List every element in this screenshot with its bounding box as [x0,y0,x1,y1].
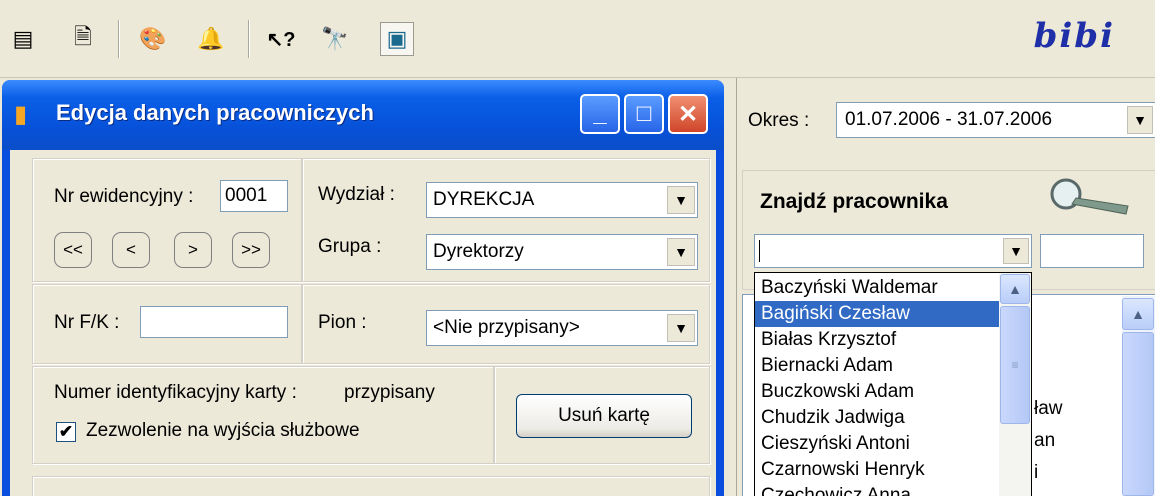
list-text-fragment: ław [1034,398,1063,419]
magnifier-icon [1050,178,1129,215]
pion-label: Pion : [318,312,367,333]
dropdown-item[interactable]: Buczkowski Adam [755,379,999,405]
scroll-up-icon[interactable]: ▲ [1000,274,1030,304]
remove-card-button[interactable]: Usuń kartę [516,394,692,438]
dropdown-item[interactable]: Biernacki Adam [755,353,999,379]
list-report-icon[interactable]: ▤ [6,22,40,56]
chevron-down-icon[interactable]: ▼ [1003,238,1029,264]
text-caret [759,240,760,262]
scroll-thumb[interactable]: ≡ [1000,306,1030,424]
okres-value: 01.07.2006 - 31.07.2006 [845,109,1053,130]
binoculars-icon[interactable]: 🔭 [318,22,352,56]
find-secondary-input[interactable] [1040,234,1144,268]
edit-employee-dialog: ▮ Edycja danych pracowniczych _ □ ✕ Nr e… [2,80,724,496]
close-button[interactable]: ✕ [668,94,708,134]
brand-logo: bibi [1033,16,1115,56]
find-employee-title: Znajdź pracownika [760,190,948,213]
dropdown-scrollbar[interactable]: ▲ ≡ [999,273,1031,496]
dialog-titlebar[interactable]: ▮ Edycja danych pracowniczych _ □ ✕ [2,80,724,150]
book-icon: ▮ [14,101,28,128]
main-toolbar: ▤ 🗎 🎨 🔔 ↖? 🔭 ▣ bibi [0,0,1155,78]
last-record-button[interactable]: >> [232,232,270,268]
pane-divider [736,78,737,496]
zezwolenie-checkbox[interactable]: ✔ [56,422,76,442]
nr-fk-label: Nr F/K : [54,312,120,333]
dropdown-item[interactable]: Białas Krzysztof [755,327,999,353]
wydzial-select[interactable]: DYREKCJA ▼ [426,182,698,218]
okres-label: Okres : [748,110,810,131]
card-id-status: przypisany [344,382,435,403]
dropdown-item[interactable]: Czechowicz Anna [755,483,999,496]
toolbar-separator [118,20,120,58]
dropdown-item[interactable]: Cieszyński Antoni [755,431,999,457]
document-export-icon[interactable]: 🗎 [66,22,100,56]
wydzial-label: Wydział : [318,184,395,205]
help-cursor-icon[interactable]: ↖? [264,22,298,56]
grupa-value: Dyrektorzy [433,241,524,262]
scroll-up-icon[interactable]: ▲ [1122,298,1154,330]
chevron-down-icon[interactable]: ▼ [667,238,695,266]
chevron-down-icon[interactable]: ▼ [667,186,695,214]
dropdown-item[interactable]: Chudzik Jadwiga [755,405,999,431]
pion-select[interactable]: <Nie przypisany> ▼ [426,310,698,346]
palette-settings-icon[interactable]: 🎨 [136,22,170,56]
find-employee-combo[interactable]: ▼ [754,234,1032,268]
dropdown-item[interactable]: Baczyński Waldemar [755,275,999,301]
list-text-fragment: an [1034,430,1056,451]
card-group [32,366,494,464]
zezwolenie-label: Zezwolenie na wyjścia służbowe [86,420,360,441]
dropdown-item-selected[interactable]: Bagiński Czesław [755,301,999,327]
dialog-client-area: Nr ewidencyjny : 0001 << < > >> Wydział … [10,150,716,496]
maximize-button[interactable]: □ [624,94,664,134]
chevron-down-icon[interactable]: ▼ [1127,106,1153,134]
employee-dropdown-list[interactable]: Baczyński Waldemar Bagiński Czesław Biał… [754,272,1032,496]
scroll-thumb[interactable] [1122,332,1154,496]
nr-ewidencyjny-label: Nr ewidencyjny : [54,186,194,207]
additional-group [32,476,710,496]
employee-list-scrollbar[interactable]: ▲ [1122,296,1155,496]
previous-record-button[interactable]: < [112,232,150,268]
grupa-label: Grupa : [318,236,382,257]
okres-select[interactable]: 01.07.2006 - 31.07.2006 ▼ [836,102,1155,138]
window-layout-icon[interactable]: ▣ [380,22,414,56]
card-id-label: Numer identyfikacyjny karty : [54,382,297,403]
application-window: ▤ 🗎 🎨 🔔 ↖? 🔭 ▣ bibi ▮ Edycja danych prac… [0,0,1155,496]
nr-fk-input[interactable] [140,306,288,338]
list-text-fragment: i [1034,462,1039,483]
dropdown-item[interactable]: Czarnowski Henryk [755,457,999,483]
bell-icon[interactable]: 🔔 [194,22,228,56]
toolbar-separator [248,20,250,58]
grupa-select[interactable]: Dyrektorzy ▼ [426,234,698,270]
wydzial-value: DYREKCJA [433,189,535,210]
dialog-title: Edycja danych pracowniczych [56,100,374,125]
nr-ewidencyjny-input[interactable]: 0001 [220,180,288,212]
next-record-button[interactable]: > [174,232,212,268]
first-record-button[interactable]: << [54,232,92,268]
chevron-down-icon[interactable]: ▼ [667,314,695,342]
pion-value: <Nie przypisany> [433,317,580,338]
minimize-button[interactable]: _ [580,94,620,134]
